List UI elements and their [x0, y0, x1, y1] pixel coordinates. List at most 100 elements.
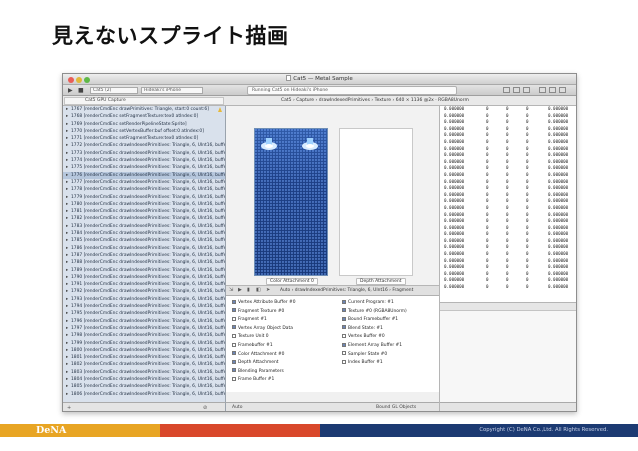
object-checkbox[interactable] [342, 359, 346, 364]
bound-object-row[interactable]: Vertex Buffer #0 [342, 333, 385, 340]
debug-area-toggle-icon[interactable] [549, 87, 556, 93]
bound-object-row[interactable]: Blending Parameters [232, 368, 284, 375]
editor-version-icon[interactable] [523, 87, 530, 93]
run-icon[interactable]: ▶ [68, 87, 73, 94]
bound-object-row[interactable]: Frame Buffer #1 [232, 376, 274, 383]
navigator-toggle-icon[interactable] [539, 87, 546, 93]
navigator-row[interactable]: ▸ 1768 [renderCmdEnc setFragmentTexture:t… [63, 113, 225, 120]
bound-object-row[interactable]: Texture Unit 0 [232, 333, 269, 340]
bound-object-row[interactable]: Blend State: #1 [342, 325, 383, 332]
navigator-row[interactable]: ▸ 1777 [renderCmdEnc drawIndexedPrimitive… [63, 179, 225, 186]
bound-object-row[interactable]: Sampler State #0 [342, 351, 387, 358]
bound-object-row[interactable]: Framebuffer #1 [232, 342, 273, 349]
auto-selector[interactable]: Auto [232, 405, 242, 410]
navigator-row[interactable]: ▸ 1795 [renderCmdEnc drawIndexedPrimitive… [63, 310, 225, 317]
object-checkbox[interactable] [342, 351, 346, 356]
navigator-row[interactable]: ▸ 1791 [renderCmdEnc drawIndexedPrimitive… [63, 281, 225, 288]
navigator-row[interactable]: ▸ 1769 [renderCmdEnc setRenderPipelineSta… [63, 121, 225, 128]
object-checkbox[interactable] [232, 316, 236, 321]
navigator-row[interactable]: ▸ 1789 [renderCmdEnc drawIndexedPrimitive… [63, 267, 225, 274]
jump-bar[interactable]: Cat5 › Capture › drawIndexedPrimitives ›… [281, 97, 573, 105]
navigator-row[interactable]: ▸ 1774 [renderCmdEnc drawIndexedPrimitive… [63, 157, 225, 164]
navigator-row[interactable]: ▸ 1800 [renderCmdEnc drawIndexedPrimitive… [63, 347, 225, 354]
navigator-row[interactable]: ▸ 1780 [renderCmdEnc drawIndexedPrimitive… [63, 201, 225, 208]
navigator-row[interactable]: ▸ 1773 [renderCmdEnc drawIndexedPrimitive… [63, 150, 225, 157]
scheme-selector[interactable]: Cat5 (2) [90, 87, 138, 94]
bound-object-row[interactable]: Fragment #1 [232, 316, 267, 323]
navigator-row[interactable]: ▸ 1790 [renderCmdEnc drawIndexedPrimitive… [63, 274, 225, 281]
bound-object-row[interactable]: Vertex Attribute Buffer #0 [232, 299, 296, 306]
navigator-row[interactable]: ▸ 1797 [renderCmdEnc drawIndexedPrimitive… [63, 325, 225, 332]
location-icon[interactable]: ➤ [266, 287, 270, 293]
object-checkbox[interactable] [232, 333, 236, 338]
navigator-row[interactable]: ▸ 1794 [renderCmdEnc drawIndexedPrimitive… [63, 303, 225, 310]
bound-object-row[interactable]: Bound Framebuffer #1 [342, 316, 398, 323]
bound-object-row[interactable]: Index Buffer #1 [342, 359, 383, 366]
object-checkbox[interactable] [342, 342, 346, 347]
bound-object-row[interactable]: Vertex Array Object Data [232, 325, 293, 332]
navigator-row[interactable]: ▸ 1772 [renderCmdEnc drawIndexedPrimitive… [63, 142, 225, 149]
object-checkbox[interactable] [232, 299, 236, 304]
object-checkbox[interactable] [232, 351, 236, 356]
navigator-row[interactable]: ▸ 1796 [renderCmdEnc drawIndexedPrimitive… [63, 318, 225, 325]
navigator-row[interactable]: ▸ 1799 [renderCmdEnc drawIndexedPrimitive… [63, 340, 225, 347]
color-attachment-image[interactable] [254, 128, 328, 276]
navigator-row[interactable]: ▸ 1783 [renderCmdEnc drawIndexedPrimitive… [63, 223, 225, 230]
object-checkbox[interactable] [232, 376, 236, 381]
navigator-row[interactable]: ▸ 1771 [renderCmdEnc setFragmentTexture:t… [63, 135, 225, 142]
navigator-row[interactable]: ▸ 1776 [renderCmdEnc drawIndexedPrimitive… [63, 171, 225, 179]
navigator-row[interactable]: ▸ 1767 [renderCmdEnc drawPrimitives: Tria… [63, 106, 225, 113]
object-checkbox[interactable] [342, 308, 346, 313]
object-checkbox[interactable] [342, 325, 346, 330]
navigator-row[interactable]: ▸ 1802 [renderCmdEnc drawIndexedPrimitive… [63, 361, 225, 368]
navigator-row[interactable]: ▸ 1778 [renderCmdEnc drawIndexedPrimitive… [63, 186, 225, 193]
object-checkbox[interactable] [232, 368, 236, 373]
stop-icon[interactable]: ■ [78, 87, 84, 94]
editor-standard-icon[interactable] [503, 87, 510, 93]
navigator-row[interactable]: ▸ 1786 [renderCmdEnc drawIndexedPrimitive… [63, 245, 225, 252]
bound-object-row[interactable]: Current Program: #1 [342, 299, 394, 306]
add-icon[interactable]: + [67, 405, 71, 411]
bound-object-row[interactable]: Texture #0 (RGBA8Unorm) [342, 308, 407, 315]
filter-icon[interactable]: ⊘ [203, 405, 207, 411]
bound-object-row[interactable]: Depth Attachment [232, 359, 279, 366]
navigator-row[interactable]: ▸ 1798 [renderCmdEnc drawIndexedPrimitive… [63, 332, 225, 339]
navigator-row[interactable]: ▸ 1793 [renderCmdEnc drawIndexedPrimitive… [63, 296, 225, 303]
object-checkbox[interactable] [342, 333, 346, 338]
navigator-row[interactable]: ▸ 1784 [renderCmdEnc drawIndexedPrimitive… [63, 230, 225, 237]
navigator-row[interactable]: ▸ 1805 [renderCmdEnc drawIndexedPrimitive… [63, 383, 225, 390]
toggle-icon[interactable]: ⇲ [229, 287, 233, 293]
navigator-row[interactable]: ▸ 1770 [renderCmdEnc setVertexBuffer:buf … [63, 128, 225, 135]
frame-capture-icon[interactable]: ◧ [256, 287, 261, 293]
bound-object-row[interactable]: Fragment Texture #0 [232, 308, 284, 315]
object-checkbox[interactable] [232, 308, 236, 313]
depth-attachment-image[interactable] [339, 128, 413, 276]
navigator-row[interactable]: ▸ 1806 [renderCmdEnc drawIndexedPrimitive… [63, 391, 225, 398]
utilities-toggle-icon[interactable] [559, 87, 566, 93]
bound-object-row[interactable]: Color Attachment #0 [232, 351, 284, 358]
navigator-row[interactable]: ▸ 1803 [renderCmdEnc drawIndexedPrimitive… [63, 369, 225, 376]
object-checkbox[interactable] [232, 359, 236, 364]
object-checkbox[interactable] [342, 299, 346, 304]
navigator-row[interactable]: ▸ 1787 [renderCmdEnc drawIndexedPrimitive… [63, 252, 225, 259]
navigator-tab[interactable]: Cat5 GPU Capture [64, 97, 224, 105]
bound-objects-selector[interactable]: Bound GL Objects [376, 405, 416, 410]
navigator-row[interactable]: ▸ 1788 [renderCmdEnc drawIndexedPrimitive… [63, 259, 225, 266]
continue-icon[interactable]: ▶ [238, 287, 242, 293]
navigator-row[interactable]: ▸ 1781 [renderCmdEnc drawIndexedPrimitive… [63, 208, 225, 215]
navigator-row[interactable]: ▸ 1785 [renderCmdEnc drawIndexedPrimitive… [63, 237, 225, 244]
editor-assistant-icon[interactable] [513, 87, 520, 93]
navigator-row[interactable]: ▸ 1792 [renderCmdEnc drawIndexedPrimitive… [63, 288, 225, 295]
navigator-row[interactable]: ▸ 1775 [renderCmdEnc drawIndexedPrimitive… [63, 164, 225, 171]
step-over-icon[interactable]: ▮ [247, 287, 250, 293]
device-selector[interactable]: Hideaki's iPhone [141, 87, 203, 94]
object-checkbox[interactable] [232, 325, 236, 330]
debug-breadcrumb[interactable]: Auto › drawIndexedPrimitives: Triangle, … [280, 288, 413, 293]
bound-object-row[interactable]: Element Array Buffer #1 [342, 342, 402, 349]
navigator-row[interactable]: ▸ 1801 [renderCmdEnc drawIndexedPrimitive… [63, 354, 225, 361]
navigator-row[interactable]: ▸ 1779 [renderCmdEnc drawIndexedPrimitive… [63, 194, 225, 201]
object-checkbox[interactable] [342, 316, 346, 321]
navigator-row[interactable]: ▸ 1804 [renderCmdEnc drawIndexedPrimitive… [63, 376, 225, 383]
object-checkbox[interactable] [232, 342, 236, 347]
navigator-row[interactable]: ▸ 1782 [renderCmdEnc drawIndexedPrimitive… [63, 215, 225, 222]
